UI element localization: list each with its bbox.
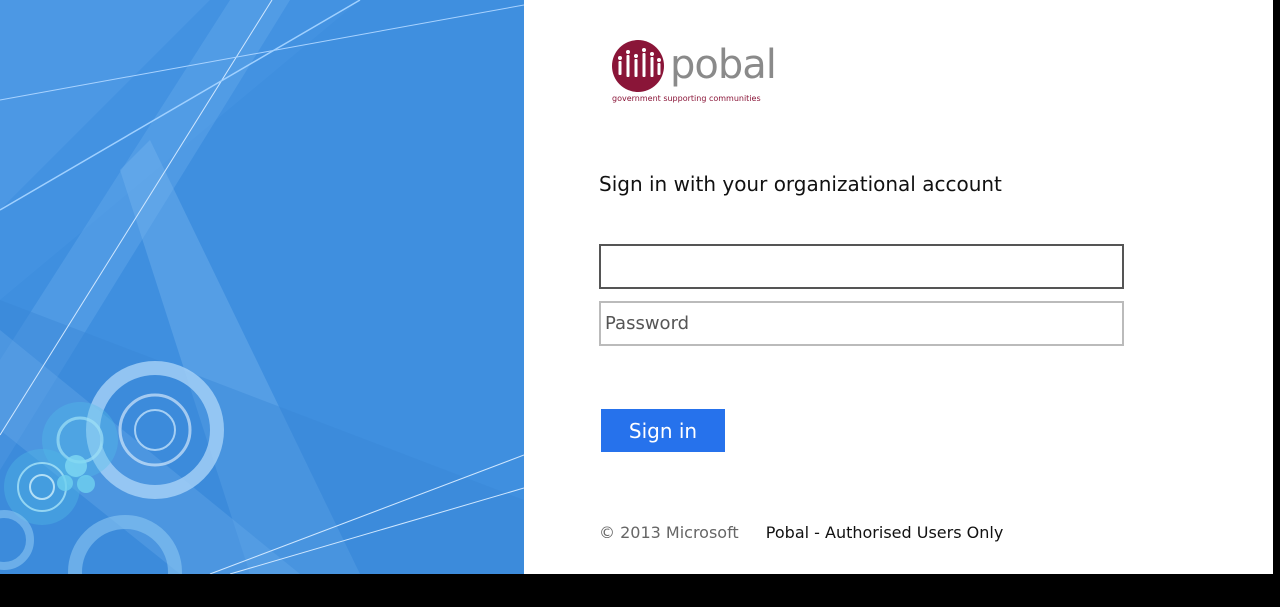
- logo-tagline: government supporting communities: [612, 94, 761, 103]
- username-input[interactable]: [599, 244, 1124, 289]
- footer: © 2013 Microsoft Pobal - Authorised User…: [599, 523, 1003, 542]
- copyright-text: © 2013 Microsoft: [599, 523, 739, 542]
- illustration-panel: [0, 0, 524, 574]
- authorised-users-notice: Pobal - Authorised Users Only: [765, 523, 1004, 542]
- logo-wordmark: pobal: [670, 42, 777, 88]
- password-input[interactable]: [599, 301, 1124, 346]
- sign-in-button[interactable]: Sign in: [601, 409, 725, 452]
- pobal-logo: pobal government supporting communities: [610, 40, 790, 110]
- page-title: Sign in with your organizational account: [599, 172, 1002, 196]
- background-graphic: [0, 0, 524, 574]
- people-icon: [612, 40, 664, 92]
- sign-in-panel: pobal government supporting communities …: [524, 0, 1273, 574]
- window-edge: [1273, 0, 1280, 574]
